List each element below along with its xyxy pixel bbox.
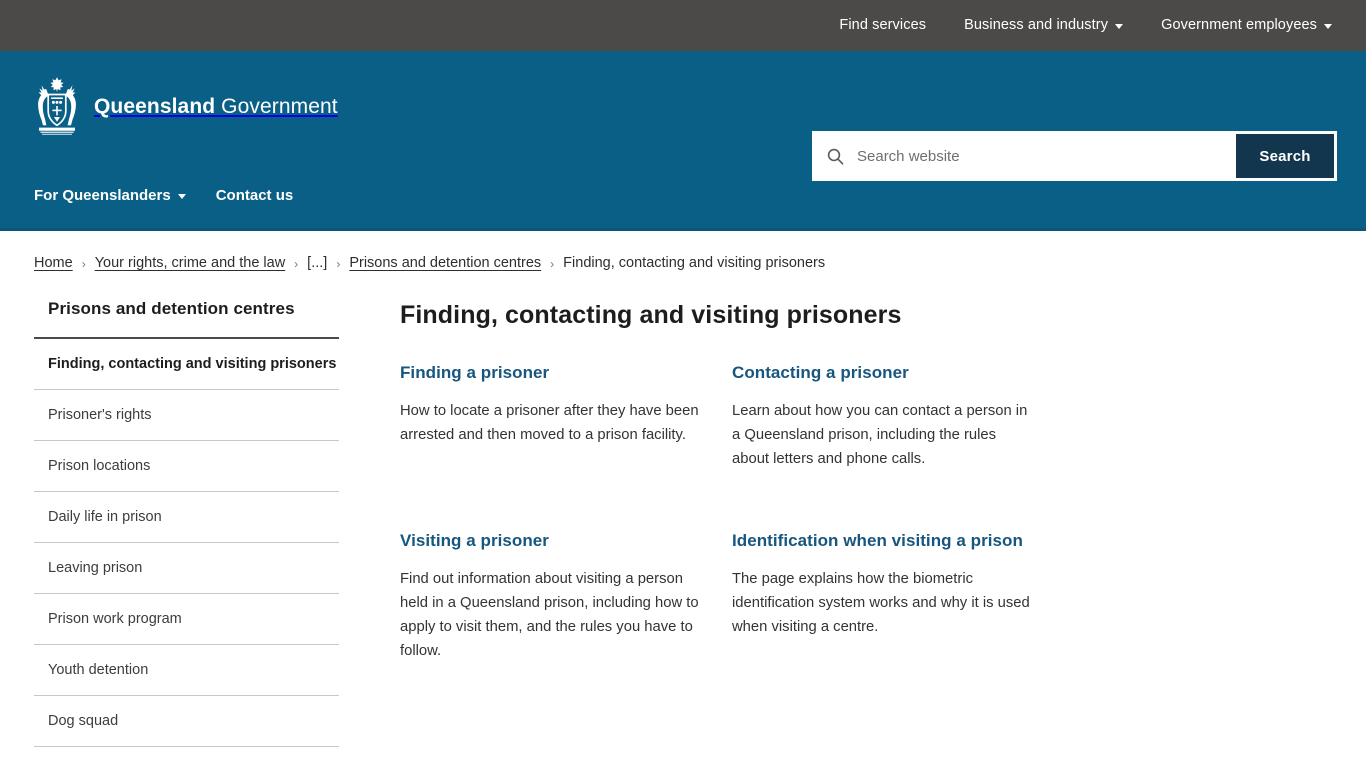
sidebar-item-label: Prisoner's rights (48, 407, 152, 423)
breadcrumb-separator-icon: › (336, 257, 341, 271)
sidebar-item-label: Finding, contacting and visiting prisone… (48, 356, 337, 372)
secondary-nav-item-contact-us[interactable]: Contact us (216, 187, 294, 204)
utility-nav-item-find-services[interactable]: Find services (839, 18, 926, 33)
sidebar-item-label: Leaving prison (48, 560, 143, 576)
sidebar-item-label: Prison locations (48, 458, 151, 474)
topic-card-link-visiting-a-prisoner[interactable]: Visiting a prisoner (400, 528, 700, 555)
sidebar-item-leaving-prison[interactable]: Leaving prison (34, 543, 339, 594)
secondary-nav-label: For Queenslanders (34, 187, 171, 204)
utility-nav-item-business-and-industry[interactable]: Business and industry (964, 17, 1124, 34)
breadcrumb-item-your-rights-crime-and-the-law[interactable]: Your rights, crime and the law (95, 255, 285, 271)
breadcrumb-separator-icon: › (81, 257, 86, 271)
breadcrumb-item-prisons-and-detention-centres[interactable]: Prisons and detention centres (349, 255, 541, 271)
topic-card-link-identification-when-visiting-a-prison[interactable]: Identification when visiting a prison (732, 528, 1032, 555)
secondary-nav-label: Contact us (215, 187, 294, 204)
sidebar-item-label: Dog squad (48, 713, 119, 729)
breadcrumb: Home › Your rights, crime and the law › … (0, 231, 1366, 277)
utility-bar: Find services Business and industry Gove… (0, 0, 1366, 51)
sidebar-item-dog-squad[interactable]: Dog squad (34, 696, 339, 747)
main-content: Finding, contacting and visiting prisone… (339, 299, 1332, 664)
brand-name-government: Government (221, 95, 338, 118)
sidebar-item-finding-contacting-and-visiting-prisoners[interactable]: Finding, contacting and visiting prisone… (34, 339, 339, 390)
search-input[interactable] (855, 134, 1236, 178)
sidebar-title: Prisons and detention centres (34, 299, 339, 339)
utility-nav-label: Find services (839, 17, 927, 34)
utility-nav-label: Business and industry (964, 17, 1109, 34)
breadcrumb-separator-icon: › (550, 257, 555, 271)
search-icon (815, 148, 855, 165)
topic-card-description: The page explains how the biometric iden… (732, 570, 1030, 635)
sidebar-item-label: Daily life in prison (48, 509, 162, 525)
topic-card-description: Find out information about visiting a pe… (400, 570, 699, 659)
breadcrumb-item-current: Finding, contacting and visiting prisone… (563, 255, 826, 271)
topic-card: Contacting a prisoner Learn about how yo… (732, 360, 1032, 472)
section-navigation-sidebar: Prisons and detention centres Finding, c… (34, 299, 339, 747)
utility-nav-label: Government employees (1161, 17, 1317, 34)
breadcrumb-item-ellipsis[interactable]: [...] (307, 255, 327, 271)
topic-card: Identification when visiting a prison Th… (732, 528, 1032, 664)
topic-card-link-finding-a-prisoner[interactable]: Finding a prisoner (400, 360, 700, 387)
search-bar: Search (812, 131, 1337, 181)
sidebar-item-prisoners-rights[interactable]: Prisoner's rights (34, 390, 339, 441)
topic-card-description: How to locate a prisoner after they have… (400, 402, 699, 443)
page-title: Finding, contacting and visiting prisone… (400, 301, 902, 329)
secondary-nav-item-for-queenslanders[interactable]: For Queenslanders (34, 187, 186, 204)
chevron-down-icon (177, 194, 186, 199)
breadcrumb-separator-icon: › (294, 257, 299, 271)
sidebar-item-youth-detention[interactable]: Youth detention (34, 645, 339, 696)
page-body: Prisons and detention centres Finding, c… (0, 277, 1366, 747)
topic-card: Visiting a prisoner Find out information… (400, 528, 700, 664)
utility-nav: Find services Business and industry Gove… (839, 18, 1332, 33)
breadcrumb-item-home[interactable]: Home (34, 255, 73, 271)
site-logo-link[interactable]: Queensland Government (34, 76, 338, 138)
topic-card-link-contacting-a-prisoner[interactable]: Contacting a prisoner (732, 360, 1032, 387)
brand-wordmark: Queensland Government (94, 95, 338, 119)
sidebar-item-label: Youth detention (48, 662, 149, 678)
queensland-coat-of-arms-icon (38, 77, 76, 135)
sidebar-item-label: Prison work program (48, 611, 182, 627)
topic-card: Finding a prisoner How to locate a priso… (400, 360, 700, 472)
topic-card-grid: Finding a prisoner How to locate a priso… (393, 360, 1332, 664)
sidebar-item-daily-life-in-prison[interactable]: Daily life in prison (34, 492, 339, 543)
chevron-down-icon (1324, 24, 1332, 29)
topic-card-description: Learn about how you can contact a person… (732, 402, 1028, 467)
search-button[interactable]: Search (1236, 134, 1334, 178)
site-header: Queensland Government Search (0, 51, 1366, 181)
utility-nav-item-government-employees[interactable]: Government employees (1161, 18, 1332, 33)
sidebar-item-prison-work-program[interactable]: Prison work program (34, 594, 339, 645)
chevron-down-icon (1115, 24, 1124, 29)
brand-name-queensland: Queensland (94, 95, 216, 118)
sidebar-item-prison-locations[interactable]: Prison locations (34, 441, 339, 492)
